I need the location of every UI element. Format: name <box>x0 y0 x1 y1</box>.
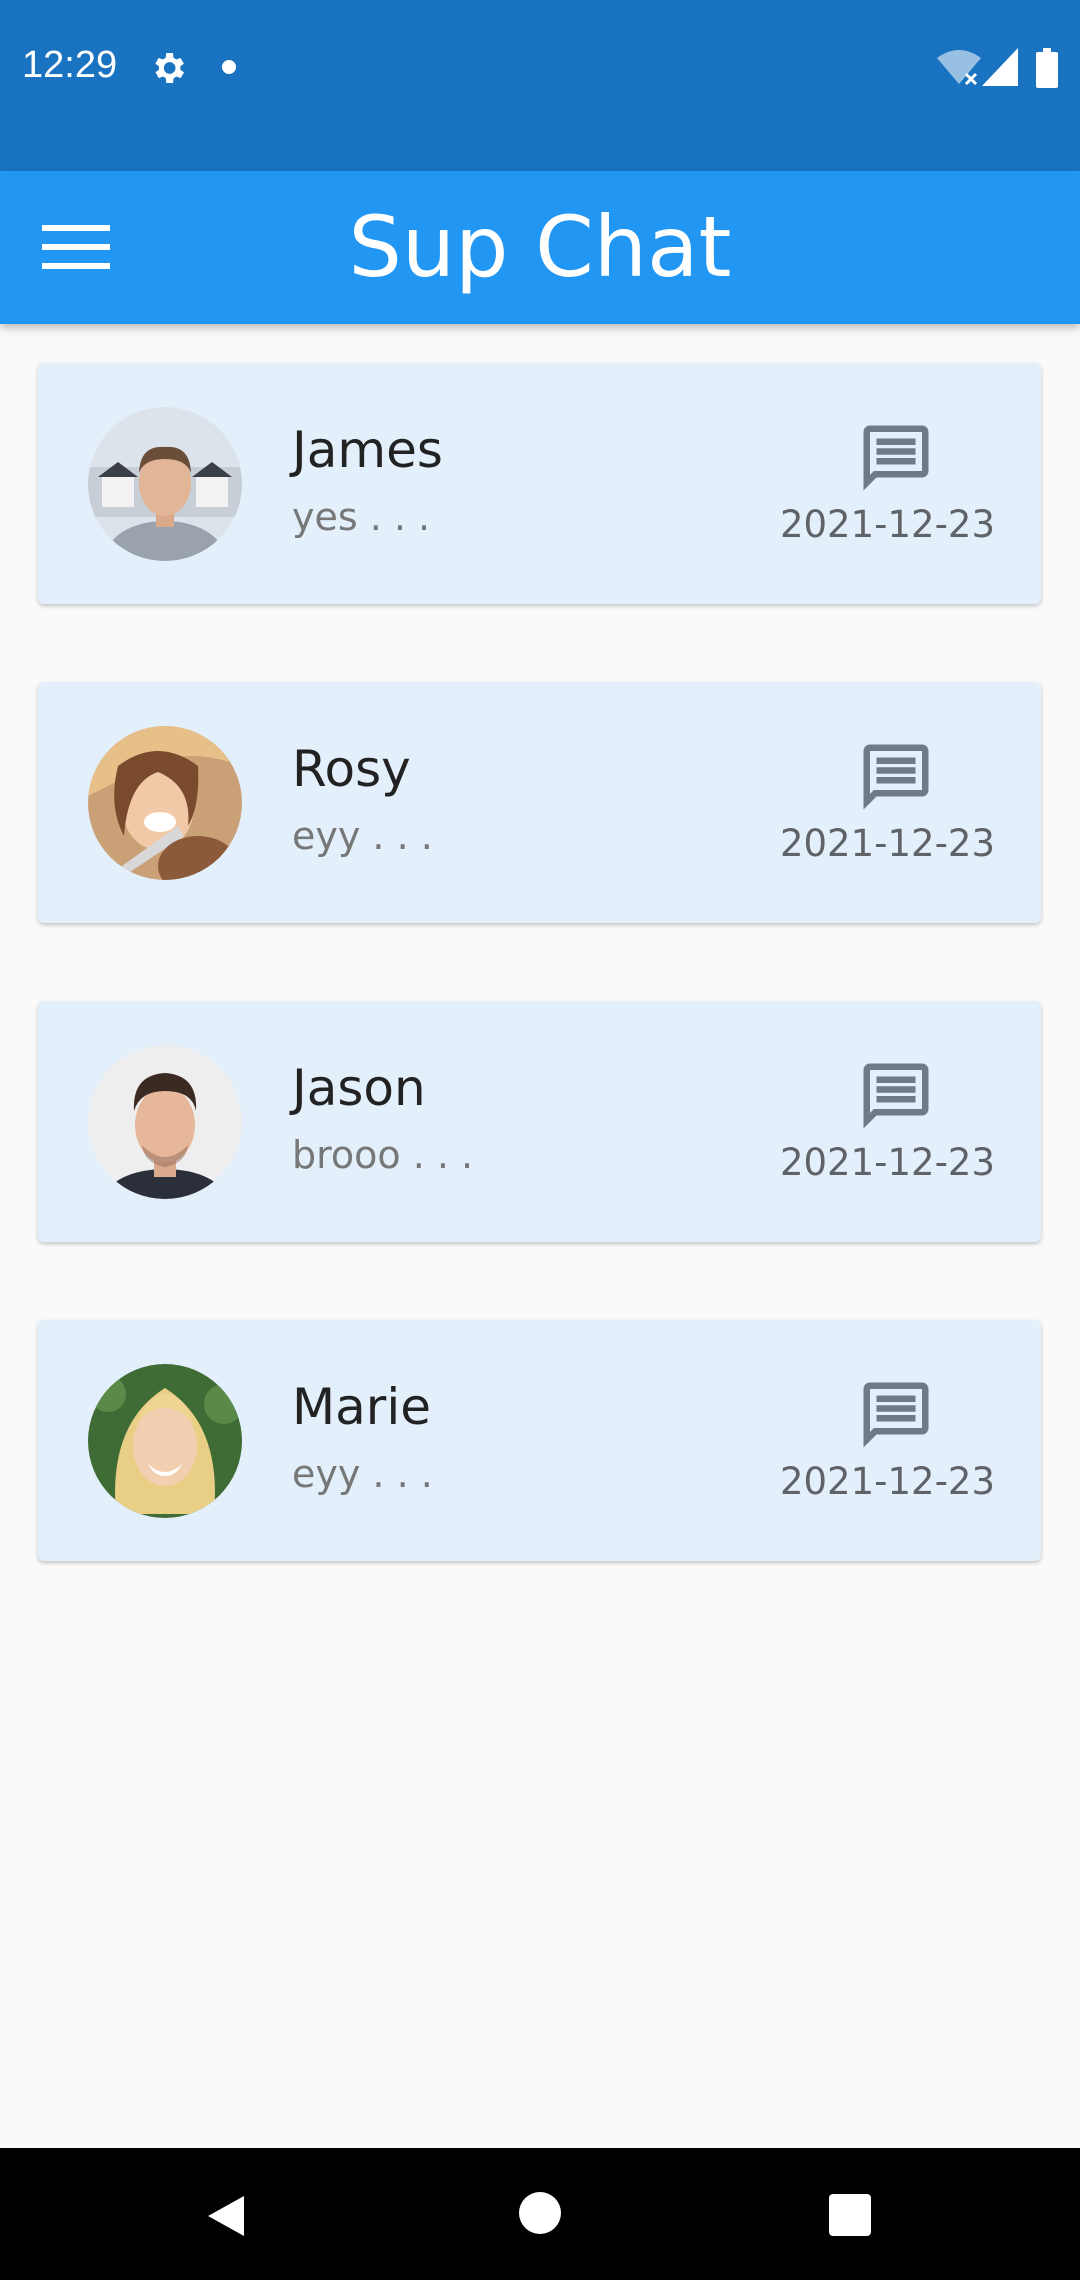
chat-date: 2021-12-23 <box>779 1141 995 1184</box>
nav-bar <box>0 2148 1080 2280</box>
chat-date: 2021-12-23 <box>779 822 995 865</box>
chat-preview: eyy . . . <box>292 814 433 858</box>
gear-icon <box>155 53 184 83</box>
battery-icon <box>1036 48 1058 88</box>
avatar <box>88 726 242 880</box>
app-title: Sup Chat <box>348 198 732 296</box>
avatar <box>88 407 242 561</box>
chat-name: Jason <box>292 1059 426 1117</box>
message-icon <box>863 1382 929 1448</box>
back-icon[interactable] <box>204 2192 248 2240</box>
chat-date: 2021-12-23 <box>779 503 995 546</box>
status-time: 12:29 <box>22 44 118 86</box>
status-bar: 12:29 <box>0 0 1080 171</box>
chat-preview: eyy . . . <box>292 1452 433 1496</box>
signal-icon <box>982 48 1018 86</box>
chat-item-rosy[interactable]: Rosy eyy . . . 2021-12-23 <box>38 682 1041 923</box>
chat-item-jason[interactable]: Jason brooo . . . 2021-12-23 <box>38 1001 1041 1242</box>
chat-date: 2021-12-23 <box>779 1460 995 1503</box>
app-bar: Sup Chat <box>0 171 1080 324</box>
chat-preview: yes . . . <box>292 495 431 539</box>
chat-name: Marie <box>292 1378 431 1436</box>
recents-icon[interactable] <box>829 2194 871 2236</box>
chat-item-marie[interactable]: Marie eyy . . . 2021-12-23 <box>38 1320 1041 1561</box>
notification-dot-icon <box>222 60 236 74</box>
chat-preview: brooo . . . <box>292 1133 474 1177</box>
message-icon <box>863 425 929 491</box>
avatar <box>88 1045 242 1199</box>
message-icon <box>863 1063 929 1129</box>
home-icon[interactable] <box>519 2192 561 2234</box>
message-icon <box>863 744 929 810</box>
avatar <box>88 1364 242 1518</box>
wifi-off-icon <box>937 50 981 86</box>
chat-name: Rosy <box>292 740 411 798</box>
chat-name: James <box>292 421 443 479</box>
chat-item-james[interactable]: James yes . . . 2021-12-23 <box>38 363 1041 604</box>
